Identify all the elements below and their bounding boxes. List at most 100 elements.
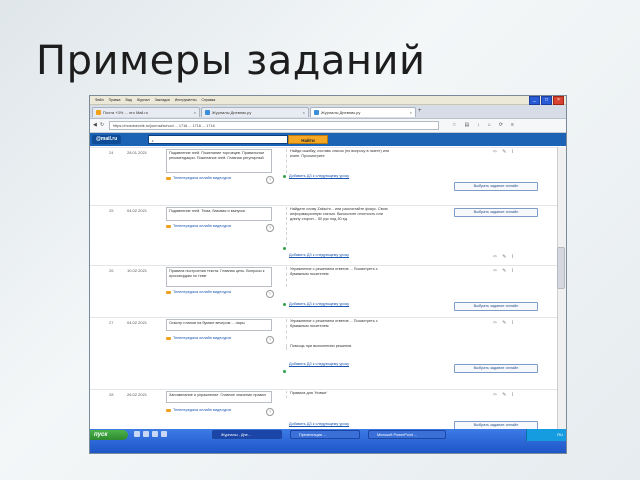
app-icon[interactable]	[161, 431, 167, 437]
close-tab-icon[interactable]: ×	[303, 110, 305, 115]
back-icon[interactable]: ◀	[93, 122, 97, 128]
add-homework-link[interactable]: Добавить ДЗ к следующему уроку	[289, 422, 349, 426]
homework-text: Упражнение с решением ответов ... Посмот…	[286, 319, 392, 339]
help-icon[interactable]: ?	[266, 336, 274, 344]
menu-file[interactable]: Файл	[95, 98, 104, 102]
close-tab-icon[interactable]: ×	[410, 110, 412, 115]
help-icon[interactable]: ?	[266, 408, 274, 416]
close-tab-icon[interactable]: ×	[194, 110, 196, 115]
camera-icon	[166, 176, 171, 180]
start-button[interactable]: пуск	[90, 430, 128, 440]
tab-label: Журналы Дневник.ру	[212, 110, 252, 115]
table-row: 27 04.02.2021 Осмотр планов на бумаге ве…	[90, 317, 558, 390]
close-button[interactable]: ×	[553, 96, 564, 105]
lesson-topic: Осмотр планов на бумаге вечером ... пары	[166, 319, 272, 331]
video-lesson-link[interactable]: Телепередача онлайн видеоурок	[166, 224, 231, 229]
slide-title: Примеры заданий	[36, 38, 426, 84]
table-row: 25 04.02.2021 Подавление эгей. Тема, баз…	[90, 205, 558, 266]
window-controls: _ □ ×	[529, 96, 564, 105]
scrollbar-thumb[interactable]	[557, 247, 565, 289]
app-icon[interactable]	[152, 431, 158, 437]
taskbar-item-presentation[interactable]: Презентация ...	[290, 430, 360, 439]
menu-tools[interactable]: Инструменты	[175, 98, 197, 102]
add-homework-link[interactable]: Добавить ДЗ к следующему уроку	[289, 174, 349, 178]
help-icon[interactable]: ?	[266, 224, 274, 232]
navigation-bar: ◀ ↻ https://mosdnevnik.ru/journal/school…	[90, 119, 566, 133]
share-icon[interactable]: ⇨	[493, 392, 502, 398]
vertical-scrollbar[interactable]	[557, 147, 566, 429]
row-actions: ⇨✎⌇	[493, 268, 519, 274]
camera-icon	[166, 290, 171, 294]
bookmarks-icon[interactable]: ▤	[464, 122, 469, 128]
attach-icon[interactable]: ⌇	[511, 254, 518, 260]
app-icon[interactable]	[134, 431, 140, 437]
menu-history[interactable]: Журнал	[137, 98, 150, 102]
tab-journal-1[interactable]: Журналы Дневник.ру ×	[201, 107, 309, 117]
add-homework-link[interactable]: Добавить ДЗ к следующему уроку	[289, 362, 349, 366]
video-lesson-link[interactable]: Телепередача онлайн видеоурок	[166, 176, 231, 181]
maximize-button[interactable]: □	[541, 96, 552, 105]
mail-logo[interactable]: @mail.ru	[92, 135, 122, 144]
taskbar-item-powerpoint[interactable]: Microsoft PowerPoint ...	[368, 430, 446, 439]
download-icon[interactable]: ↓	[477, 122, 480, 128]
reload-icon[interactable]: ↻	[100, 122, 104, 128]
row-actions: ⇨✎⌇	[493, 320, 519, 326]
choose-task-button[interactable]: Выбрать задание онлайн	[454, 302, 538, 311]
sync-icon[interactable]: ⟳	[499, 122, 503, 128]
mail-search-input[interactable]: •	[148, 135, 288, 144]
lesson-number: 28	[109, 392, 114, 397]
share-icon[interactable]: ⇨	[493, 254, 502, 260]
toolbar-icons: ☆ ▤ ↓ ⌂ ⟳ ≡	[452, 122, 514, 128]
table-row: 26 10.02.2021 Правила построения текста.…	[90, 265, 558, 318]
lesson-topic: Правила построения текста. Главная цель.…	[166, 267, 272, 287]
journal-content: 24 28.01.2021 Подавление эгей. Пожелание…	[90, 147, 566, 430]
menu-bookmarks[interactable]: Закладки	[155, 98, 170, 102]
status-dot	[283, 370, 286, 373]
choose-task-button[interactable]: Выбрать задание онлайн	[454, 208, 538, 217]
menu-icon[interactable]: ≡	[511, 122, 514, 128]
video-link-label: Телепередача онлайн видеоурок	[173, 290, 232, 294]
share-icon[interactable]: ⇨	[493, 149, 502, 155]
tab-journal-2[interactable]: Журналы Дневник.ру ×	[310, 107, 416, 117]
dnevnik-favicon-icon	[205, 110, 210, 115]
attach-icon[interactable]: ⌇	[511, 320, 518, 326]
help-icon[interactable]: ?	[266, 290, 274, 298]
status-dot	[283, 175, 286, 178]
video-link-label: Телепередача онлайн видеоурок	[173, 408, 232, 412]
share-icon[interactable]: ⇨	[493, 268, 502, 274]
taskbar-item-browser[interactable]: Журналы - Дне...	[212, 430, 282, 439]
tab-label: Почта +3% ... это Mail.ru	[103, 110, 148, 115]
lesson-topic: Подавление эгей. Тема, базовая и выпуски	[166, 207, 272, 221]
lesson-date: 10.02.2021	[127, 268, 148, 273]
home-icon[interactable]: ⌂	[488, 122, 491, 128]
menu-view[interactable]: Вид	[125, 98, 131, 102]
attach-icon[interactable]: ⌇	[511, 392, 518, 398]
menu-bar: Файл Правка Вид Журнал Закладки Инструме…	[90, 96, 566, 105]
star-icon[interactable]: ☆	[452, 122, 456, 128]
new-tab-icon[interactable]: +	[418, 108, 422, 114]
menu-help[interactable]: Справка	[202, 98, 216, 102]
add-homework-link[interactable]: Добавить ДЗ к следующему уроку	[289, 302, 349, 306]
minimize-button[interactable]: _	[529, 96, 540, 105]
choose-task-button[interactable]: Выбрать задание онлайн	[454, 364, 538, 373]
video-lesson-link[interactable]: Телепередача онлайн видеоурок	[166, 336, 231, 341]
lesson-topic: Запоминание и упражнение. Главное значен…	[166, 391, 272, 403]
attach-icon[interactable]: ⌇	[511, 149, 518, 155]
help-icon[interactable]: ?	[266, 176, 274, 184]
tab-mail[interactable]: Почта +3% ... это Mail.ru ×	[92, 107, 200, 117]
video-lesson-link[interactable]: Телепередача онлайн видеоурок	[166, 290, 231, 295]
menu-edit[interactable]: Правка	[109, 98, 121, 102]
app-icon[interactable]	[143, 431, 149, 437]
address-bar[interactable]: https://mosdnevnik.ru/journal/school ...…	[109, 121, 439, 130]
attach-icon[interactable]: ⌇	[511, 268, 518, 274]
video-lesson-link[interactable]: Телепередача онлайн видеоурок	[166, 408, 231, 413]
share-icon[interactable]: ⇨	[493, 320, 502, 326]
mail-search-button[interactable]: Найти	[288, 135, 328, 144]
row-actions: ⇨✎⌇	[493, 392, 519, 398]
tab-label: Журналы Дневник.ру	[321, 110, 361, 115]
video-link-label: Телепередача онлайн видеоурок	[173, 176, 232, 180]
choose-task-button[interactable]: Выбрать задание онлайн	[454, 182, 538, 191]
homework-text-2: Помощь при выполнении решения	[286, 344, 392, 350]
lesson-number: 24	[109, 150, 114, 155]
add-homework-link[interactable]: Добавить ДЗ к следующему уроку	[289, 253, 349, 257]
